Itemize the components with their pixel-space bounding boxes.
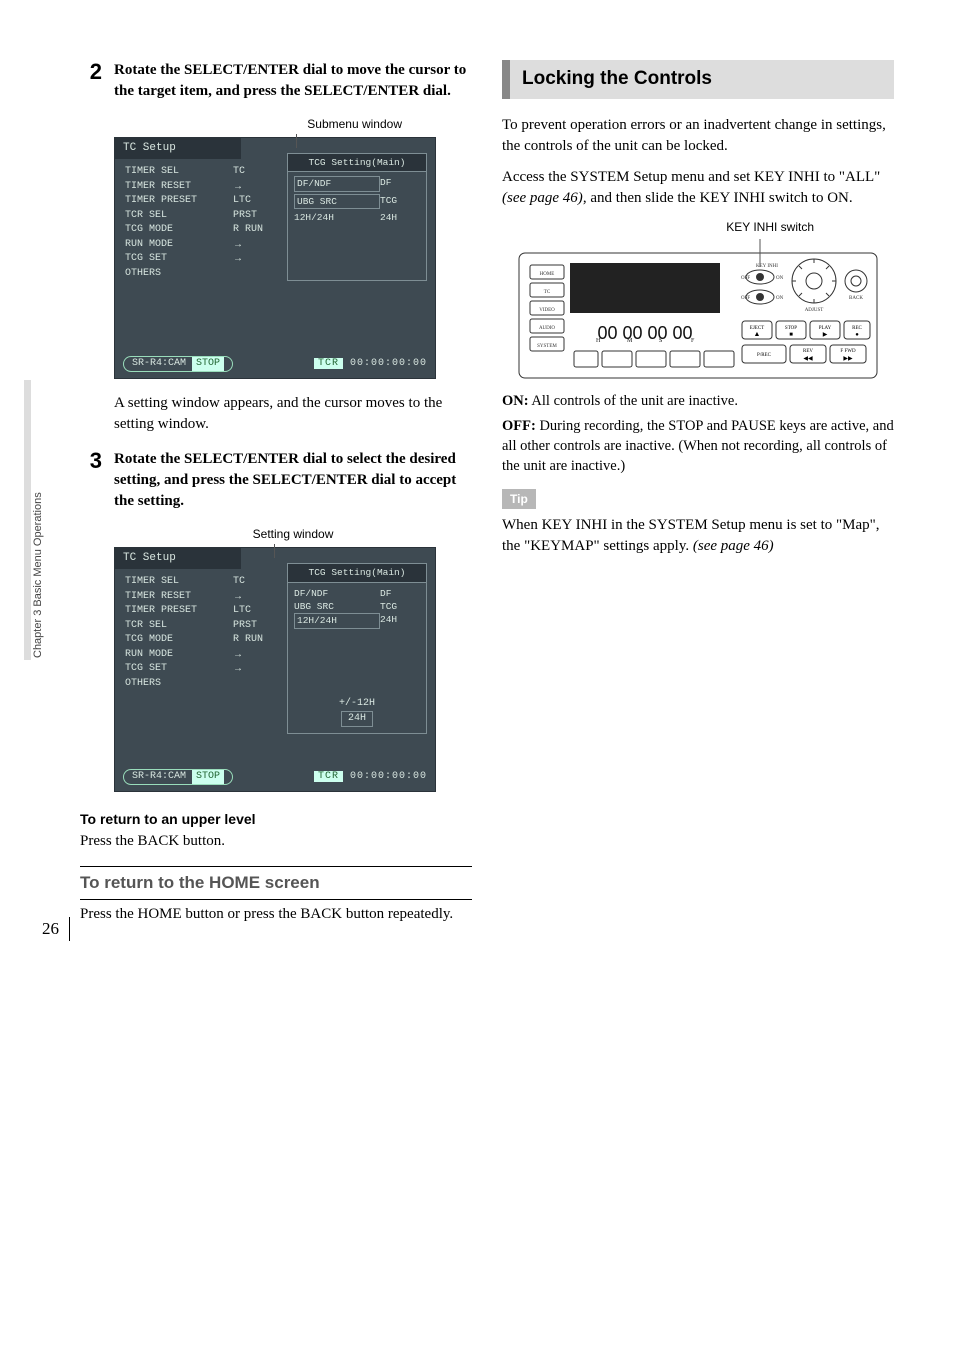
svg-text:ON: ON — [776, 296, 784, 301]
on-definition: ON: All controls of the unit are inactiv… — [502, 391, 894, 411]
submenu-window-figure: Submenu window TC Setup TIMER SEL TIMER … — [114, 116, 472, 379]
submenu-title: TCG Setting(Main) — [288, 564, 426, 582]
step2-after-text: A setting window appears, and the cursor… — [114, 393, 472, 435]
svg-text:HOME: HOME — [540, 272, 555, 277]
screen-device-status: SR-R4:CAM STOP — [123, 356, 233, 372]
screen-item-names: TIMER SEL TIMER RESET TIMER PRESET TCR S… — [125, 575, 225, 733]
heading-return-home-rule: To return to the HOME screen — [80, 866, 472, 900]
svg-text:BACK: BACK — [849, 296, 863, 301]
step-2: 2 Rotate the SELECT/ENTER dial to move t… — [80, 60, 472, 102]
figure-caption: Submenu window — [114, 116, 472, 133]
svg-text:AUDIO: AUDIO — [539, 326, 555, 331]
step-number: 3 — [80, 449, 102, 512]
screen-device-status: SR-R4:CAM STOP — [123, 769, 233, 785]
screen-item-values: TC → LTC PRST R RUN → → — [233, 575, 279, 733]
panel-caption: KEY INHI switch — [502, 219, 894, 236]
control-panel-illustration: HOME TC VIDEO AUDIO SYSTEM 00 00 00 00 H… — [518, 239, 878, 379]
step-text: Rotate the SELECT/ENTER dial to select t… — [114, 451, 456, 509]
svg-text:▶▶: ▶▶ — [843, 356, 853, 362]
submenu-panel: TCG Setting(Main) DF/NDFDF UBG SRCTCG 12… — [287, 153, 427, 281]
callout-pointer — [274, 544, 275, 558]
svg-text:●: ● — [855, 332, 859, 338]
svg-text:REV: REV — [803, 349, 813, 354]
step-3: 3 Rotate the SELECT/ENTER dial to select… — [80, 449, 472, 512]
text-return-upper: Press the BACK button. — [80, 831, 472, 852]
side-tab-accent — [24, 380, 31, 660]
screen-title: TC Setup — [115, 548, 241, 569]
svg-text:◀◀: ◀◀ — [803, 356, 813, 362]
svg-text:SYSTEM: SYSTEM — [537, 344, 557, 349]
off-definition: OFF: During recording, the STOP and PAUS… — [502, 416, 894, 477]
screen-item-names: TIMER SEL TIMER RESET TIMER PRESET TCR S… — [125, 165, 225, 281]
svg-text:KEY INHI: KEY INHI — [756, 264, 778, 269]
page-number: 26 — [42, 917, 70, 941]
setting-window-figure: Setting window TC Setup TIMER SEL TIMER … — [114, 526, 472, 791]
callout-pointer — [296, 134, 297, 148]
svg-text:PLAY: PLAY — [819, 326, 832, 331]
step-text: Rotate the SELECT/ENTER dial to move the… — [114, 62, 466, 99]
svg-text:M: M — [627, 338, 633, 344]
svg-text:TC: TC — [544, 290, 551, 295]
setting-panel: TCG Setting(Main) DF/NDFDF UBG SRCTCG 12… — [287, 563, 427, 733]
svg-text:H: H — [596, 338, 601, 344]
svg-text:STOP: STOP — [785, 326, 797, 331]
tip-text: When KEY INHI in the SYSTEM Setup menu i… — [502, 515, 894, 557]
step-number: 2 — [80, 60, 102, 102]
svg-text:VIDEO: VIDEO — [539, 308, 555, 313]
svg-text:P/REC: P/REC — [757, 353, 772, 358]
svg-text:▶: ▶ — [823, 332, 828, 338]
svg-text:ADJUST: ADJUST — [805, 308, 824, 313]
svg-text:ON: ON — [776, 276, 784, 281]
section-accent — [502, 60, 510, 99]
section-title: Locking the Controls — [510, 60, 894, 99]
svg-text:S: S — [659, 338, 662, 344]
figure-caption: Setting window — [114, 526, 472, 543]
svg-text:F FWD: F FWD — [840, 349, 856, 354]
intro-text: To prevent operation errors or an inadve… — [502, 115, 894, 157]
svg-text:▲: ▲ — [754, 330, 761, 338]
chapter-side-tab: Chapter 3 Basic Menu Operations — [24, 380, 48, 660]
heading-return-home: To return to the HOME screen — [80, 871, 472, 895]
svg-text:OFF: OFF — [741, 276, 750, 281]
screen-item-values: TC → LTC PRST R RUN → → — [233, 165, 279, 281]
svg-text:OFF: OFF — [741, 296, 750, 301]
tc-setup-screen-2: TC Setup TIMER SEL TIMER RESET TIMER PRE… — [114, 547, 436, 792]
text-return-home: Press the HOME button or press the BACK … — [80, 904, 472, 925]
section-header: Locking the Controls — [502, 60, 894, 99]
side-tab-label: Chapter 3 Basic Menu Operations — [31, 380, 48, 660]
svg-text:■: ■ — [789, 332, 793, 338]
submenu-title: TCG Setting(Main) — [288, 154, 426, 172]
access-text: Access the SYSTEM Setup menu and set KEY… — [502, 167, 894, 209]
svg-text:REC: REC — [852, 326, 862, 331]
tc-setup-screen-1: TC Setup TIMER SEL TIMER RESET TIMER PRE… — [114, 137, 436, 379]
tip-badge: Tip — [502, 489, 536, 510]
setting-options: +/-12H 24H — [294, 697, 420, 727]
screen-title: TC Setup — [115, 138, 241, 159]
heading-return-upper: To return to an upper level — [80, 810, 472, 830]
svg-text:00 00 00 00: 00 00 00 00 — [597, 323, 692, 343]
